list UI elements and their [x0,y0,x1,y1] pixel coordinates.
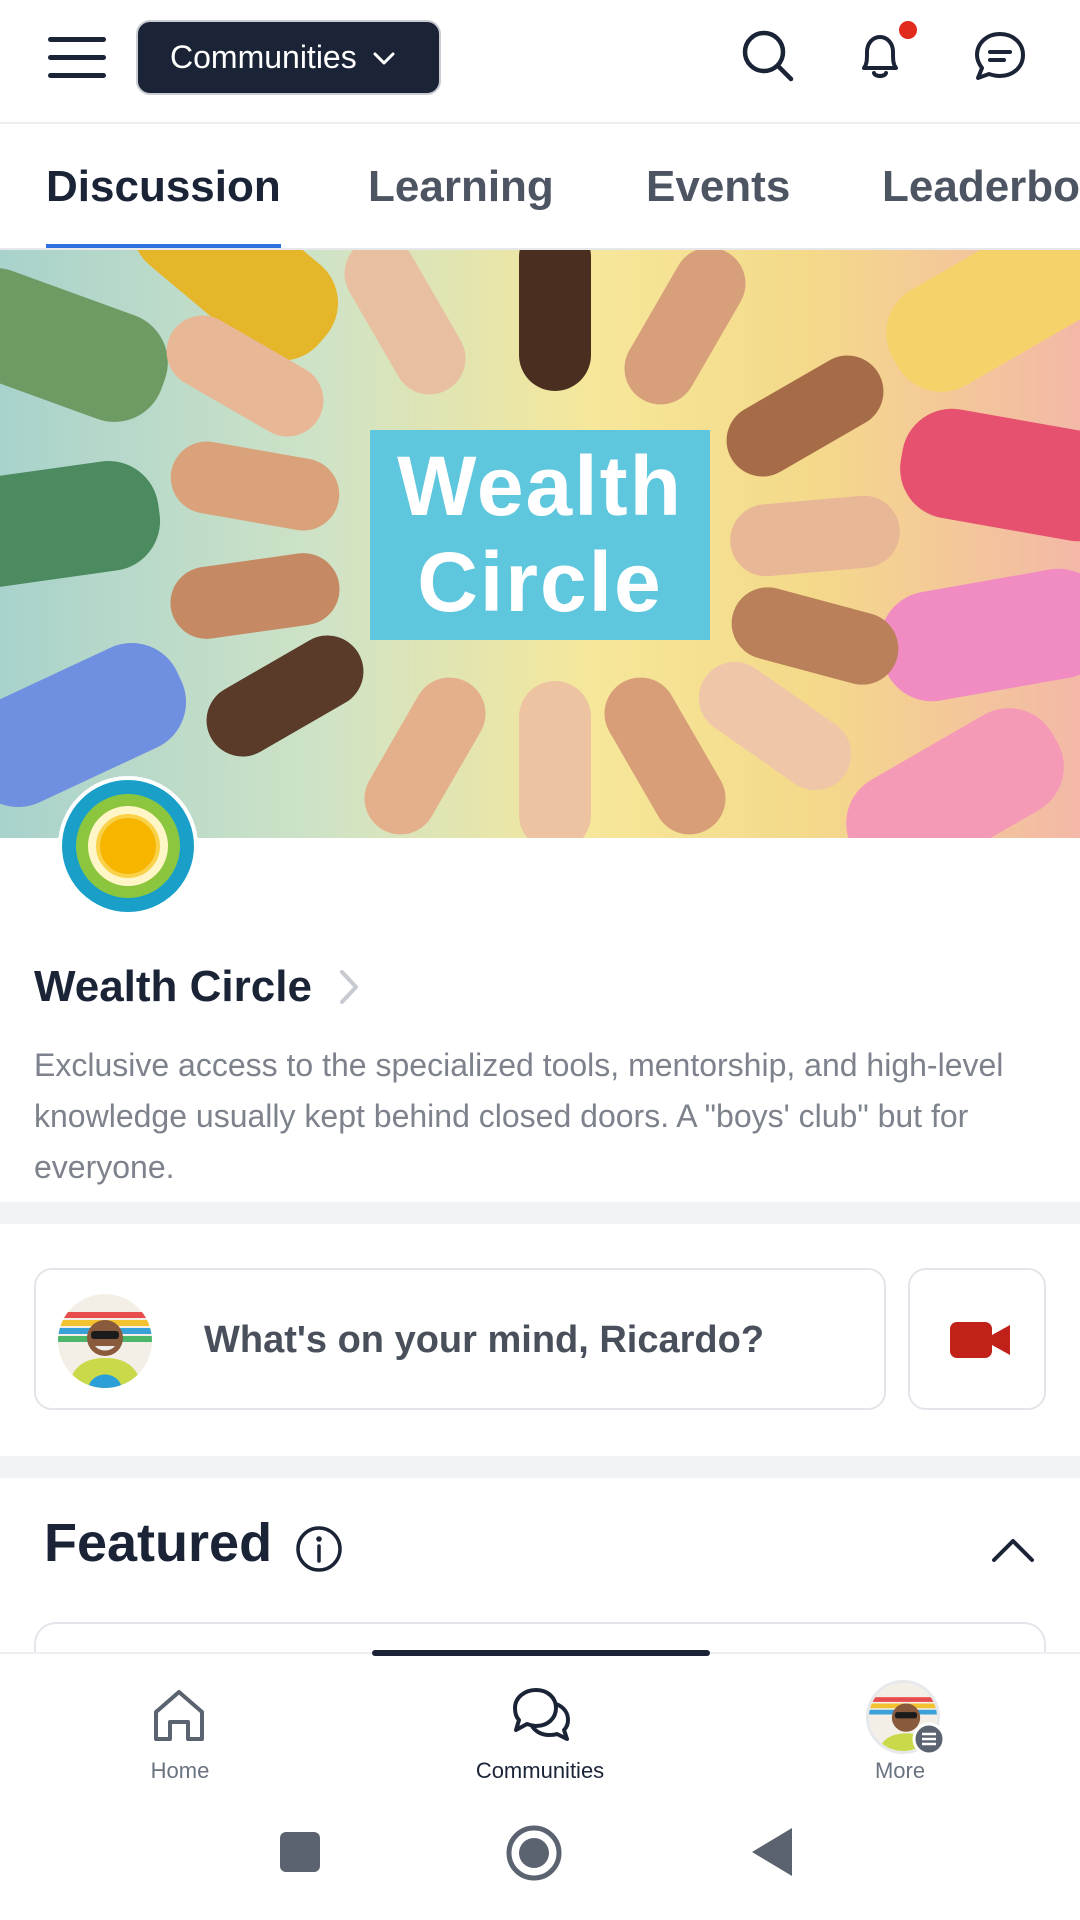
nav-communities-label: Communities [475,1758,605,1783]
back-icon[interactable] [748,1826,796,1878]
banner-title-line2: Circle [417,535,663,629]
menu-icon[interactable] [48,34,108,80]
banner-title: Wealth Circle [370,430,710,640]
menu-badge-icon [912,1722,946,1756]
banner-title-line1: Wealth [397,439,683,533]
search-icon[interactable] [738,26,798,86]
tab-discussion[interactable]: Discussion [46,126,281,248]
tab-leaderboard[interactable]: Leaderboa [882,126,1080,248]
tab-learning[interactable]: Learning [368,126,554,248]
go-live-video-button[interactable] [908,1268,1046,1410]
composer-placeholder: What's on your mind, Ricardo? [204,1319,765,1361]
home-icon [154,1690,204,1741]
communities-icon [513,1688,570,1741]
recent-apps-icon[interactable] [278,1830,322,1874]
community-name-link[interactable]: Wealth Circle [34,962,364,1012]
community-banner-image: Wealth Circle [0,250,1080,838]
chat-icon[interactable] [970,26,1030,86]
communities-dropdown-button[interactable]: Communities [136,20,441,95]
bottom-navigation: Home Communities More [0,1650,1080,1802]
video-camera-icon [950,1322,1010,1358]
nav-communities[interactable]: Communities [430,1654,650,1802]
section-divider [0,1202,1080,1224]
system-navigation-bar [0,1800,1080,1920]
community-tabs: Discussion Learning Events Leaderboa [0,126,1080,250]
section-divider [0,1456,1080,1478]
communities-dropdown-label: Communities [170,39,357,75]
community-description: Exclusive access to the specialized tool… [34,1047,1004,1185]
tab-events[interactable]: Events [646,126,790,248]
nav-home-label: Home [150,1758,210,1783]
chevron-up-icon[interactable] [988,1530,1038,1570]
chevron-right-icon [339,970,358,1004]
nav-home[interactable]: Home [70,1654,290,1802]
top-app-bar: Communities [0,0,1080,124]
featured-heading: Featured [44,1513,273,1573]
nav-more-label: More [874,1758,926,1783]
notification-badge [896,18,920,42]
chevron-down-icon [373,52,395,64]
community-logo [58,776,198,916]
user-avatar [58,1294,152,1388]
info-icon[interactable] [294,1524,344,1574]
community-name: Wealth Circle [34,962,312,1011]
home-button-icon[interactable] [505,1824,563,1882]
post-composer[interactable]: What's on your mind, Ricardo? [34,1268,886,1410]
nav-more[interactable]: More [790,1654,1010,1802]
